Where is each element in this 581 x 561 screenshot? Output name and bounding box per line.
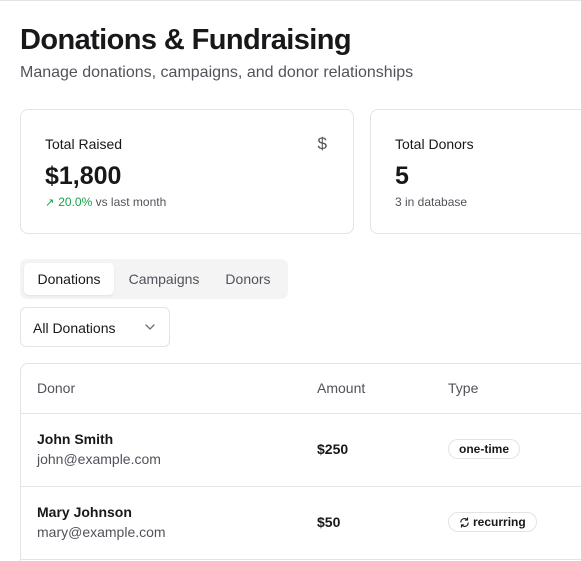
tab-campaigns[interactable]: Campaigns <box>120 263 208 295</box>
total-raised-card: Total Raised $ $1,800 ↗ 20.0% vs last mon… <box>20 109 354 234</box>
page-subtitle: Manage donations, campaigns, and donor r… <box>20 64 414 81</box>
chevron-down-icon <box>145 324 155 330</box>
trend-percent: 20.0% <box>58 195 93 209</box>
tab-list: Donations Campaigns Donors <box>20 259 288 299</box>
column-header-type[interactable]: Type <box>448 380 478 396</box>
donation-filter-value: All Donations <box>33 320 116 336</box>
donor-name: Mary Johnson <box>37 504 132 520</box>
dollar-icon: $ <box>317 134 327 153</box>
donation-amount: $250 <box>317 441 349 457</box>
total-donors-label: Total Donors <box>395 136 474 152</box>
donation-type-label: recurring <box>473 515 526 529</box>
trend-up-icon: ↗ <box>45 197 55 209</box>
donor-email: mary@example.com <box>37 524 166 540</box>
table-row[interactable]: John Smith john@example.com $250 one-tim… <box>21 414 581 486</box>
top-divider <box>0 0 581 1</box>
donation-type-label: one-time <box>459 442 510 456</box>
total-donors-card: Total Donors 5 3 in database <box>370 109 581 234</box>
donation-filter-select[interactable]: All Donations <box>20 307 170 347</box>
donor-name: John Smith <box>37 431 114 447</box>
total-raised-trend: ↗ 20.0% vs last month <box>45 195 166 209</box>
tab-donors[interactable]: Donors <box>214 263 282 295</box>
total-donors-caption: 3 in database <box>395 195 468 209</box>
refresh-icon <box>460 517 469 528</box>
donations-page: Donations & Fundraising Manage donations… <box>0 0 581 561</box>
row-divider <box>21 559 581 560</box>
column-header-donor[interactable]: Donor <box>37 380 75 396</box>
donations-table: Donor Amount Type John Smith john@exampl… <box>20 363 581 561</box>
donor-email: john@example.com <box>37 451 161 467</box>
total-raised-label: Total Raised <box>45 136 123 152</box>
donation-type-badge: recurring <box>448 512 537 532</box>
trend-caption: vs last month <box>95 195 167 209</box>
donation-type-badge: one-time <box>448 439 521 459</box>
tab-donations[interactable]: Donations <box>24 263 114 295</box>
total-donors-value: 5 <box>395 162 409 190</box>
total-raised-value: $1,800 <box>45 162 122 190</box>
page-title: Donations & Fundraising <box>20 24 352 56</box>
donation-amount: $50 <box>317 514 341 530</box>
table-row[interactable]: Mary Johnson mary@example.com $50 recurr… <box>21 487 581 559</box>
column-header-amount[interactable]: Amount <box>317 380 365 396</box>
